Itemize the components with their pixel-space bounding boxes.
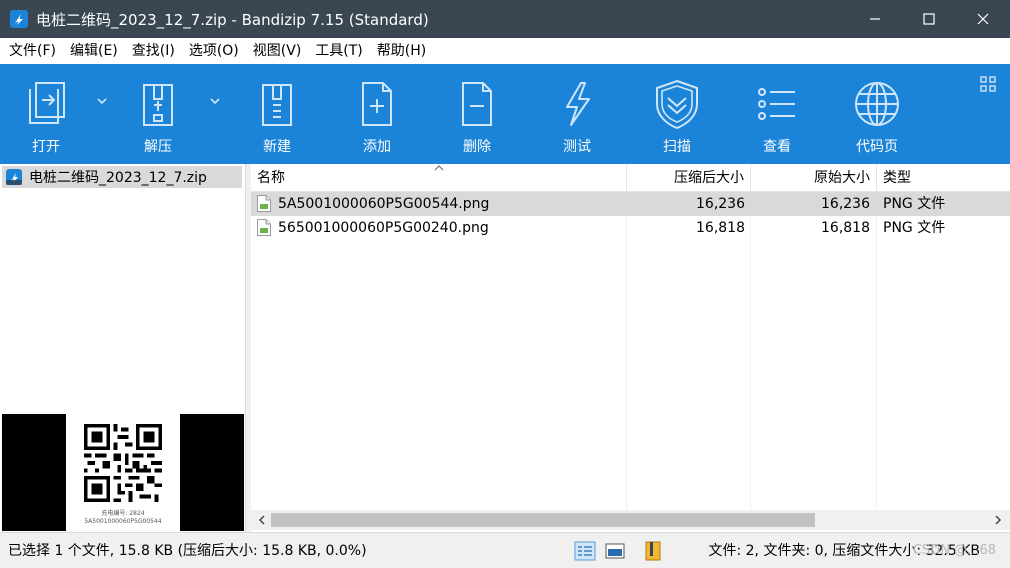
new-button[interactable]: 新建 — [245, 64, 309, 164]
close-button[interactable] — [956, 0, 1010, 38]
scan-button[interactable]: 扫描 — [645, 64, 709, 164]
delete-file-icon — [462, 82, 492, 126]
maximize-icon — [923, 13, 935, 25]
column-compressed-size[interactable]: 压缩后大小 — [627, 164, 751, 192]
extract-dropdown-chevron-icon[interactable] — [209, 96, 221, 106]
extract-icon — [143, 84, 173, 126]
add-file-icon — [362, 82, 392, 126]
window-controls — [848, 0, 1010, 38]
watermark-text: CSDN @...68 — [912, 543, 996, 558]
preview-pane-icon[interactable] — [604, 541, 626, 561]
file-original-size: 16,818 — [821, 220, 870, 236]
png-file-icon — [257, 219, 271, 236]
new-archive-icon — [262, 84, 292, 126]
test-label: 测试 — [563, 139, 591, 155]
archive-info-icon[interactable] — [642, 541, 664, 561]
view-label: 查看 — [763, 139, 791, 155]
file-name: 5A5001000060P5G00544.png — [278, 196, 490, 212]
close-icon — [977, 13, 989, 25]
image-preview: 充电编号: 2824 5A5001000060P5G00544 — [2, 414, 244, 531]
open-button[interactable]: 打开 — [14, 64, 78, 164]
column-type[interactable]: 类型 — [877, 164, 1010, 192]
file-original-size: 16,236 — [821, 196, 870, 212]
scroll-right-icon[interactable] — [993, 515, 1003, 525]
lightning-icon — [566, 82, 590, 126]
sort-ascending-icon — [434, 165, 444, 171]
open-dropdown-chevron-icon[interactable] — [96, 96, 108, 106]
menu-help[interactable]: 帮助(H) — [370, 38, 433, 64]
column-original-size[interactable]: 原始大小 — [751, 164, 877, 192]
selection-status: 已选择 1 个文件, 15.8 KB (压缩后大小: 15.8 KB, 0.0%… — [8, 543, 367, 559]
preview-caption-charger-id: 充电编号: 2824 — [101, 510, 145, 517]
status-bar: 已选择 1 个文件, 15.8 KB (压缩后大小: 15.8 KB, 0.0%… — [0, 532, 1010, 568]
add-button[interactable]: 添加 — [345, 64, 409, 164]
delete-button[interactable]: 删除 — [445, 64, 509, 164]
file-row[interactable]: 565001000060P5G00240.png 16,818 16,818 P… — [251, 216, 1010, 240]
qr-code-graphic — [84, 424, 162, 502]
open-label: 打开 — [32, 139, 60, 155]
bandizip-app-icon — [10, 10, 28, 28]
folder-tree-pane: 电桩二维码_2023_12_7.zip 充电编号: 2824 5A5001000… — [0, 164, 246, 532]
file-name: 565001000060P5G00240.png — [278, 220, 489, 236]
tree-item-archive[interactable]: 电桩二维码_2023_12_7.zip — [2, 166, 242, 188]
file-compressed-size: 16,236 — [696, 196, 745, 212]
extract-button[interactable]: 解压 — [126, 64, 190, 164]
shield-icon — [656, 79, 698, 130]
menu-edit[interactable]: 编辑(E) — [63, 38, 125, 64]
column-header: 名称 压缩后大小 原始大小 类型 — [251, 164, 1010, 192]
codepage-button[interactable]: 代码页 — [845, 64, 909, 164]
details-view-icon[interactable] — [574, 541, 596, 561]
title-bar: 电桩二维码_2023_12_7.zip - Bandizip 7.15 (Sta… — [0, 0, 1010, 38]
toolbar: 打开 解压 新建 添加 删除 测试 扫描 查看 代码页 — [0, 64, 1010, 164]
png-file-icon — [257, 195, 271, 212]
test-button[interactable]: 测试 — [545, 64, 609, 164]
menu-tools[interactable]: 工具(T) — [308, 38, 369, 64]
qr-code-image: 充电编号: 2824 5A5001000060P5G00544 — [66, 414, 180, 531]
scrollbar-thumb[interactable] — [271, 513, 815, 527]
open-icon — [29, 82, 65, 124]
menu-view[interactable]: 视图(V) — [246, 38, 309, 64]
bandizip-window: 电桩二维码_2023_12_7.zip - Bandizip 7.15 (Sta… — [0, 0, 1010, 568]
preview-caption-code: 5A5001000060P5G00544 — [84, 518, 162, 525]
minimize-icon — [870, 18, 880, 20]
scan-label: 扫描 — [663, 139, 691, 155]
extract-label: 解压 — [144, 139, 172, 155]
layout-grid-icon[interactable] — [980, 76, 996, 92]
menu-find[interactable]: 查找(I) — [125, 38, 182, 64]
menu-bar: 文件(F) 编辑(E) 查找(I) 选项(O) 视图(V) 工具(T) 帮助(H… — [0, 38, 1010, 64]
horizontal-scrollbar[interactable] — [251, 510, 1010, 530]
file-type: PNG 文件 — [883, 196, 946, 212]
menu-file[interactable]: 文件(F) — [2, 38, 63, 64]
file-list-pane: 名称 压缩后大小 原始大小 类型 5A5001000060P5G00544.pn… — [251, 164, 1010, 532]
maximize-button[interactable] — [902, 0, 956, 38]
window-title: 电桩二维码_2023_12_7.zip - Bandizip 7.15 (Sta… — [36, 10, 429, 29]
file-type: PNG 文件 — [883, 220, 946, 236]
list-view-icon — [758, 88, 795, 120]
codepage-label: 代码页 — [856, 139, 898, 155]
file-compressed-size: 16,818 — [696, 220, 745, 236]
menu-options[interactable]: 选项(O) — [182, 38, 246, 64]
tree-item-label: 电桩二维码_2023_12_7.zip — [29, 170, 207, 186]
view-button[interactable]: 查看 — [745, 64, 809, 164]
add-label: 添加 — [363, 139, 391, 155]
scroll-left-icon[interactable] — [257, 515, 267, 525]
globe-icon — [855, 82, 899, 126]
zip-archive-icon — [6, 169, 22, 185]
new-label: 新建 — [263, 139, 291, 155]
delete-label: 删除 — [463, 139, 491, 155]
minimize-button[interactable] — [848, 0, 902, 38]
file-row[interactable]: 5A5001000060P5G00544.png 16,236 16,236 P… — [251, 192, 1010, 216]
